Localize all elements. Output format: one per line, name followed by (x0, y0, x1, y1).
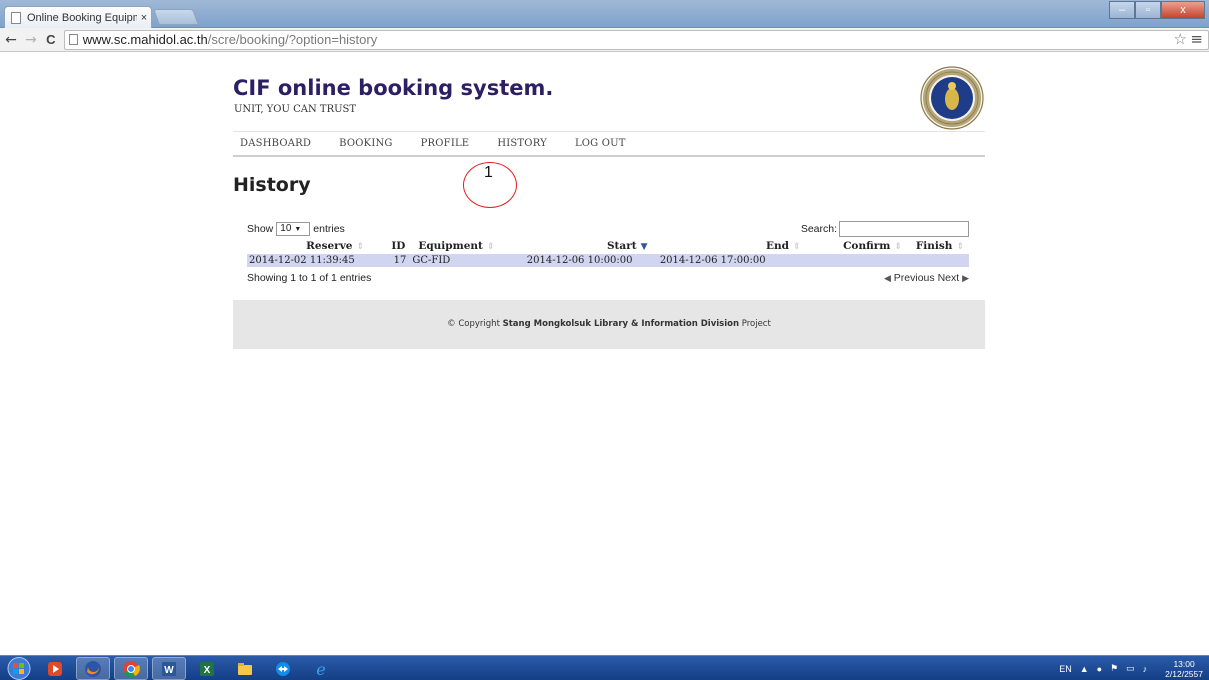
tray-expand-icon[interactable]: ▲ (1080, 664, 1089, 674)
column-header-reserve[interactable]: Reserve ⇕ (247, 237, 369, 254)
table-info: Showing 1 to 1 of 1 entries (247, 272, 372, 284)
taskbar-firefox-icon[interactable] (76, 657, 110, 680)
taskbar-media-icon[interactable] (38, 657, 72, 680)
history-table: Reserve ⇕ ID Equipment ⇕ Start ▼ End ⇕ Confi… (247, 237, 969, 267)
taskbar-clock[interactable]: 13:00 2/12/2557 (1157, 659, 1203, 679)
reload-button[interactable]: C (42, 30, 60, 50)
footer-org: Stang Mongkolsuk Library & Information D… (502, 319, 740, 329)
previous-arrow-icon[interactable]: ◀ (884, 273, 891, 283)
clock-time: 13:00 (1173, 658, 1195, 669)
address-bar[interactable]: www.sc.mahidol.ac.th/scre/booking/?optio… (63, 29, 1209, 50)
cell-id: 17 (369, 254, 411, 267)
url-path: /scre/booking/?option=history (207, 32, 378, 47)
url-host: www.sc.mahidol.ac.th (82, 32, 208, 47)
window-controls: – ▫ x (1109, 1, 1205, 19)
search-input[interactable] (839, 221, 969, 237)
taskbar-explorer-icon[interactable] (228, 657, 262, 680)
start-button-icon[interactable] (2, 656, 36, 680)
page-icon (11, 11, 21, 24)
site-title[interactable]: CIF online booking system. (233, 76, 553, 100)
language-indicator[interactable]: EN (1059, 664, 1072, 674)
site-tagline: UNIT, YOU CAN TRUST (234, 104, 357, 115)
previous-button[interactable]: Previous (894, 272, 935, 284)
sort-icon: ⇕ (956, 241, 964, 252)
svg-text:e: e (316, 660, 325, 678)
column-header-finish[interactable]: Finish ⇕ (907, 237, 969, 254)
nav-dashboard[interactable]: DASHBOARD (240, 138, 311, 149)
show-label: Show (247, 223, 274, 235)
cell-end: 2014-12-06 17:00:00 (652, 254, 806, 267)
column-header-equipment[interactable]: Equipment ⇕ (410, 237, 499, 254)
browser-menu-icon[interactable]: ≡ (1190, 30, 1203, 48)
taskbar-chrome-icon[interactable] (114, 657, 148, 680)
new-tab-button[interactable] (153, 9, 199, 25)
taskbar-excel-icon[interactable]: X (190, 657, 224, 680)
dropdown-caret-icon: ▼ (294, 226, 302, 233)
footer-suffix: Project (741, 319, 771, 329)
page-length-control: Show 10 ▼ entries (247, 222, 345, 236)
clock-date: 2/12/2557 (1165, 668, 1203, 679)
volume-icon[interactable]: ♪ (1143, 664, 1148, 674)
svg-text:W: W (164, 665, 174, 676)
cell-confirm (805, 254, 907, 267)
sort-desc-icon: ▼ (640, 241, 648, 252)
minimize-button[interactable]: – (1109, 1, 1135, 19)
action-center-icon[interactable]: ⚑ (1110, 663, 1118, 674)
maximize-button[interactable]: ▫ (1135, 1, 1161, 19)
page-info-icon[interactable] (68, 34, 78, 45)
next-arrow-icon[interactable]: ▶ (962, 273, 969, 283)
sort-icon: ⇕ (793, 241, 801, 252)
cell-start: 2014-12-06 10:00:00 (499, 254, 653, 267)
nav-booking[interactable]: BOOKING (339, 138, 393, 149)
windows-taskbar: W X e EN ▲ ● ⚑ ▭ ♪ 13:00 2/12/2557 (0, 655, 1209, 680)
entries-label: entries (313, 223, 345, 235)
nav-logout[interactable]: LOG OUT (575, 138, 626, 149)
entries-select[interactable]: 10 ▼ (276, 222, 311, 236)
browser-titlebar: Online Booking Equipmer × – ▫ x (0, 0, 1209, 28)
next-button[interactable]: Next (938, 272, 960, 284)
column-header-confirm[interactable]: Confirm ⇕ (806, 237, 907, 254)
taskbar-ie-icon[interactable]: e (304, 657, 338, 680)
footer-copyright: © Copyright (447, 319, 500, 329)
nav-profile[interactable]: PROFILE (421, 138, 470, 149)
network-icon[interactable]: ▭ (1126, 663, 1135, 674)
search-control: Search: (801, 221, 969, 237)
sort-icon: ⇕ (356, 241, 365, 252)
table-header-row: Reserve ⇕ ID Equipment ⇕ Start ▼ End ⇕ Confi… (247, 237, 969, 254)
column-header-id[interactable]: ID (369, 237, 410, 254)
nav-history[interactable]: HISTORY (497, 138, 547, 149)
cell-reserve: 2014-12-02 11:39:45 (247, 254, 370, 267)
tray-app-icon[interactable]: ● (1097, 664, 1102, 674)
tab-title: Online Booking Equipmer (27, 11, 137, 24)
svg-text:X: X (204, 665, 211, 676)
back-button[interactable]: ← (2, 30, 20, 50)
close-window-button[interactable]: x (1161, 1, 1205, 19)
column-header-end[interactable]: End ⇕ (653, 237, 806, 254)
university-seal-logo (920, 66, 984, 130)
search-label: Search: (800, 223, 837, 235)
forward-button[interactable]: → (22, 30, 40, 50)
page-title: History (233, 174, 311, 196)
sort-icon: ⇕ (894, 241, 902, 252)
browser-toolbar: ← → C www.sc.mahidol.ac.th/scre/booking/… (0, 28, 1209, 52)
tab-close-icon[interactable]: × (137, 12, 151, 24)
cell-equipment: GC-FID (410, 254, 500, 267)
bookmark-star-icon[interactable]: ☆ (1174, 30, 1187, 48)
browser-tab[interactable]: Online Booking Equipmer × (4, 6, 152, 28)
sort-icon: ⇕ (486, 241, 495, 252)
column-header-start[interactable]: Start ▼ (499, 237, 652, 254)
table-row[interactable]: 2014-12-02 11:39:45 17 GC-FID 2014-12-06… (247, 254, 969, 267)
annotation-number: 1 (484, 164, 493, 181)
taskbar-teamviewer-icon[interactable] (266, 657, 300, 680)
pagination: ◀ Previous Next ▶ (884, 272, 969, 284)
page-footer: © Copyright Stang Mongkolsuk Library & I… (233, 300, 985, 349)
system-tray: EN ▲ ● ⚑ ▭ ♪ 13:00 2/12/2557 (1051, 656, 1203, 680)
main-nav: DASHBOARD BOOKING PROFILE HISTORY LOG OU… (233, 131, 985, 157)
entries-select-value: 10 (280, 223, 292, 234)
cell-finish (906, 254, 969, 267)
taskbar-word-icon[interactable]: W (152, 657, 186, 680)
